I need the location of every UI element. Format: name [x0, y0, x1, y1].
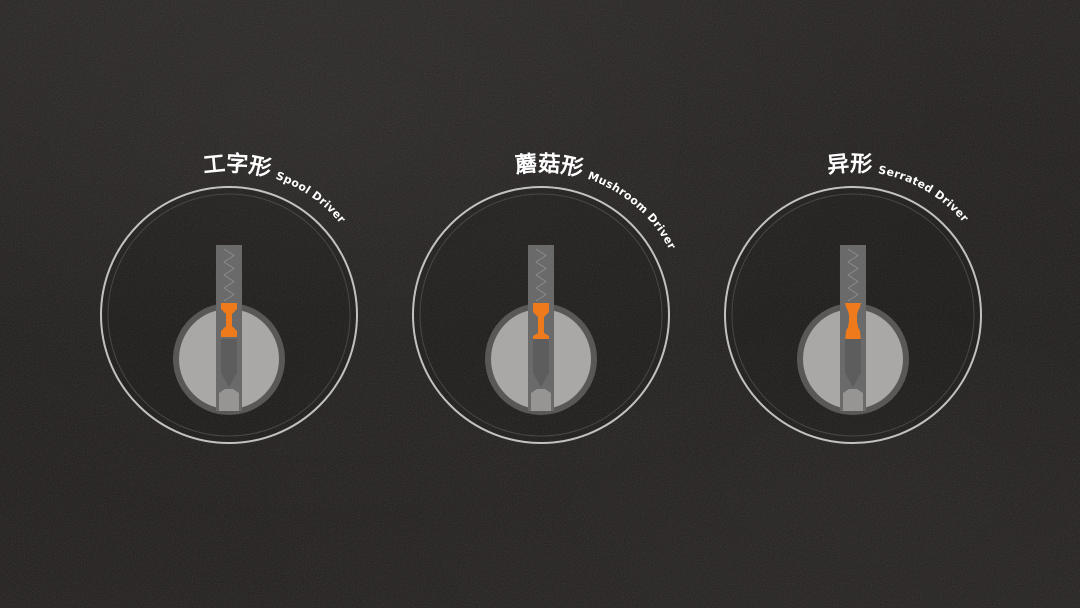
pin-type-spool: 工字形Spool Driver — [100, 151, 358, 444]
lock-pin-diagram-canvas: 工字形Spool Driver 蘑菇形Mushroom Driver 异形 Serra… — [0, 0, 1080, 608]
pin-types-diagram: 工字形Spool Driver蘑菇形Mushroom Driver异形 Serra… — [100, 151, 982, 444]
title-cn: 异形 — [826, 152, 873, 179]
title-cn: 工字形 — [202, 151, 273, 183]
keyway-notch — [843, 389, 863, 411]
keyway-notch — [219, 389, 239, 411]
keyway-notch — [531, 389, 551, 411]
pin-type-mushroom: 蘑菇形Mushroom Driver — [412, 152, 678, 444]
title-cn: 蘑菇形 — [514, 152, 585, 183]
pin-type-serrated: 异形 Serrated Driver — [724, 152, 982, 444]
